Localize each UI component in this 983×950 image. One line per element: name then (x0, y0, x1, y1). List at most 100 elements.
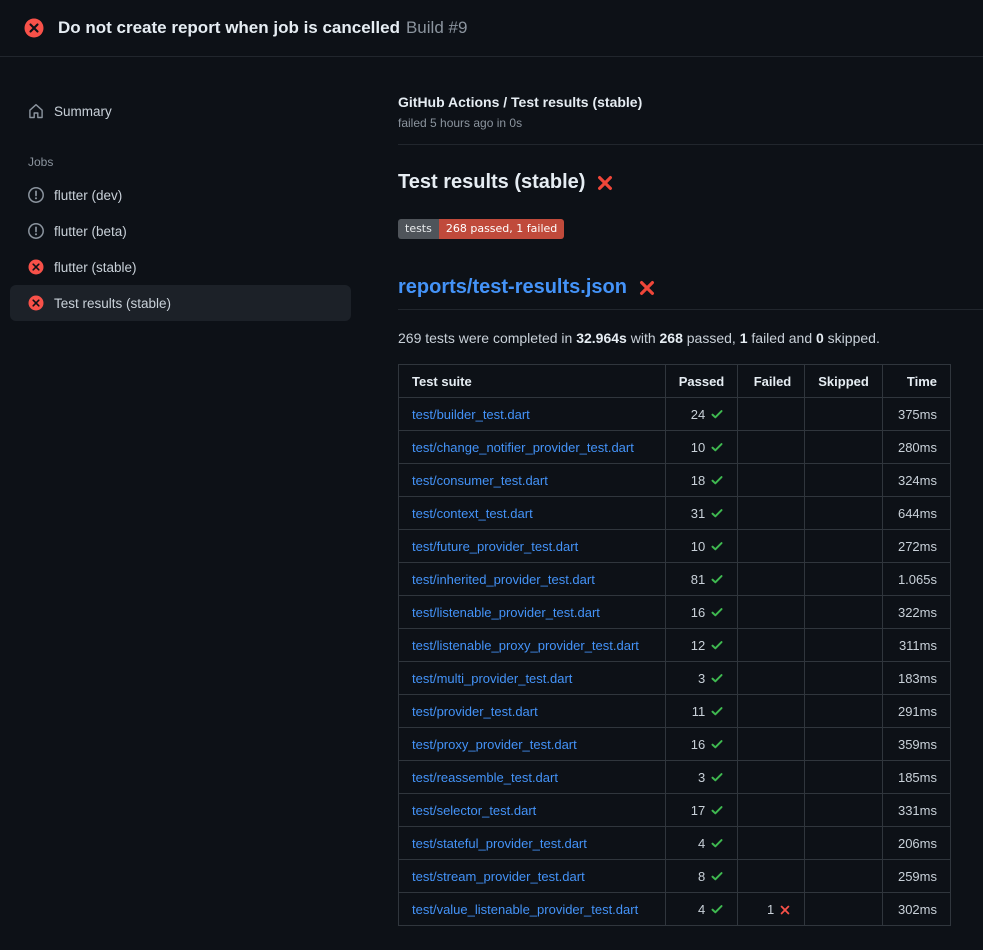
check-icon (710, 440, 724, 454)
breadcrumb: GitHub Actions / Test results (stable) (398, 94, 951, 110)
table-row: test/reassemble_test.dart 3 185ms (399, 761, 951, 794)
badge-label: tests (398, 219, 439, 239)
summary-duration: 32.964s (576, 330, 627, 346)
suite-link[interactable]: test/inherited_provider_test.dart (412, 572, 595, 587)
failed-cell (738, 596, 805, 629)
table-row: test/listenable_provider_test.dart 16 32… (399, 596, 951, 629)
check-icon (710, 473, 724, 487)
table-row: test/value_listenable_provider_test.dart… (399, 893, 951, 926)
passed-cell: 8 (665, 860, 738, 893)
report-link[interactable]: reports/test-results.json (398, 276, 627, 299)
time-cell: 302ms (882, 893, 950, 926)
divider (398, 144, 983, 145)
build-title: Do not create report when job is cancell… (58, 18, 400, 37)
passed-cell: 17 (665, 794, 738, 827)
check-icon (710, 638, 724, 652)
failed-cell: 1 (738, 893, 805, 926)
passed-cell: 10 (665, 431, 738, 464)
passed-cell: 31 (665, 497, 738, 530)
failed-cell (738, 761, 805, 794)
suite-link[interactable]: test/selector_test.dart (412, 803, 536, 818)
skipped-cell (805, 398, 883, 431)
suite-link[interactable]: test/future_provider_test.dart (412, 539, 578, 554)
suite-link[interactable]: test/multi_provider_test.dart (412, 671, 572, 686)
sidebar-job-item[interactable]: flutter (dev) (10, 177, 351, 213)
time-cell: 291ms (882, 695, 950, 728)
table-row: test/stream_provider_test.dart 8 259ms (399, 860, 951, 893)
summary-skipped: 0 (816, 330, 824, 346)
time-cell: 359ms (882, 728, 950, 761)
check-icon (710, 737, 724, 751)
report-heading: reports/test-results.json (398, 276, 983, 310)
summary-line: 269 tests were completed in 32.964s with… (398, 330, 951, 346)
time-cell: 375ms (882, 398, 950, 431)
check-icon (710, 671, 724, 685)
col-skipped: Skipped (805, 365, 883, 398)
time-cell: 183ms (882, 662, 950, 695)
failed-cell (738, 464, 805, 497)
check-icon (710, 836, 724, 850)
passed-cell: 16 (665, 596, 738, 629)
suite-link[interactable]: test/stateful_provider_test.dart (412, 836, 587, 851)
skipped-cell (805, 596, 883, 629)
time-cell: 331ms (882, 794, 950, 827)
page-title: Do not create report when job is cancell… (58, 18, 467, 38)
job-label: Test results (stable) (54, 296, 171, 311)
skipped-cell (805, 497, 883, 530)
failed-cell (738, 398, 805, 431)
suite-link[interactable]: test/builder_test.dart (412, 407, 530, 422)
tests-badge: tests 268 passed, 1 failed (398, 219, 564, 239)
table-row: test/consumer_test.dart 18 324ms (399, 464, 951, 497)
check-icon (710, 803, 724, 817)
time-cell: 280ms (882, 431, 950, 464)
suite-link[interactable]: test/consumer_test.dart (412, 473, 548, 488)
skipped-cell (805, 794, 883, 827)
table-row: test/context_test.dart 31 644ms (399, 497, 951, 530)
passed-cell: 16 (665, 728, 738, 761)
suite-link[interactable]: test/listenable_provider_test.dart (412, 605, 600, 620)
failed-cell (738, 827, 805, 860)
results-table: Test suite Passed Failed Skipped Time te… (398, 364, 951, 926)
check-icon (710, 605, 724, 619)
time-cell: 1.065s (882, 563, 950, 596)
sidebar-job-item[interactable]: flutter (stable) (10, 249, 351, 285)
table-row: test/listenable_proxy_provider_test.dart… (399, 629, 951, 662)
failed-cell (738, 497, 805, 530)
table-row: test/selector_test.dart 17 331ms (399, 794, 951, 827)
passed-cell: 81 (665, 563, 738, 596)
page: { "header": { "status_icon": "x-circle-i… (0, 0, 983, 950)
suite-link[interactable]: test/proxy_provider_test.dart (412, 737, 577, 752)
time-cell: 185ms (882, 761, 950, 794)
sidebar-job-item[interactable]: flutter (beta) (10, 213, 351, 249)
suite-link[interactable]: test/listenable_proxy_provider_test.dart (412, 638, 639, 653)
suite-link[interactable]: test/context_test.dart (412, 506, 533, 521)
suite-link[interactable]: test/change_notifier_provider_test.dart (412, 440, 634, 455)
sidebar: Summary Jobs flutter (dev) flutter (beta… (0, 57, 366, 321)
failed-cell (738, 530, 805, 563)
skipped-cell (805, 893, 883, 926)
failed-cell (738, 860, 805, 893)
summary-label: Summary (54, 104, 112, 119)
suite-link[interactable]: test/value_listenable_provider_test.dart (412, 902, 638, 917)
x-circle-icon (24, 18, 44, 38)
table-row: test/builder_test.dart 24 375ms (399, 398, 951, 431)
passed-cell: 11 (665, 695, 738, 728)
check-icon (710, 704, 724, 718)
time-cell: 322ms (882, 596, 950, 629)
table-row: test/proxy_provider_test.dart 16 359ms (399, 728, 951, 761)
sidebar-item-summary[interactable]: Summary (10, 93, 351, 129)
suite-link[interactable]: test/stream_provider_test.dart (412, 869, 585, 884)
x-mark-icon (596, 174, 614, 192)
suite-link[interactable]: test/provider_test.dart (412, 704, 538, 719)
check-icon (710, 770, 724, 784)
suite-link[interactable]: test/reassemble_test.dart (412, 770, 558, 785)
col-time: Time (882, 365, 950, 398)
failed-cell (738, 629, 805, 662)
sidebar-job-item[interactable]: Test results (stable) (10, 285, 351, 321)
check-icon (710, 869, 724, 883)
x-circle-icon (28, 295, 44, 311)
job-label: flutter (dev) (54, 188, 122, 203)
table-row: test/stateful_provider_test.dart 4 206ms (399, 827, 951, 860)
alert-circle-icon (28, 187, 44, 203)
passed-cell: 12 (665, 629, 738, 662)
